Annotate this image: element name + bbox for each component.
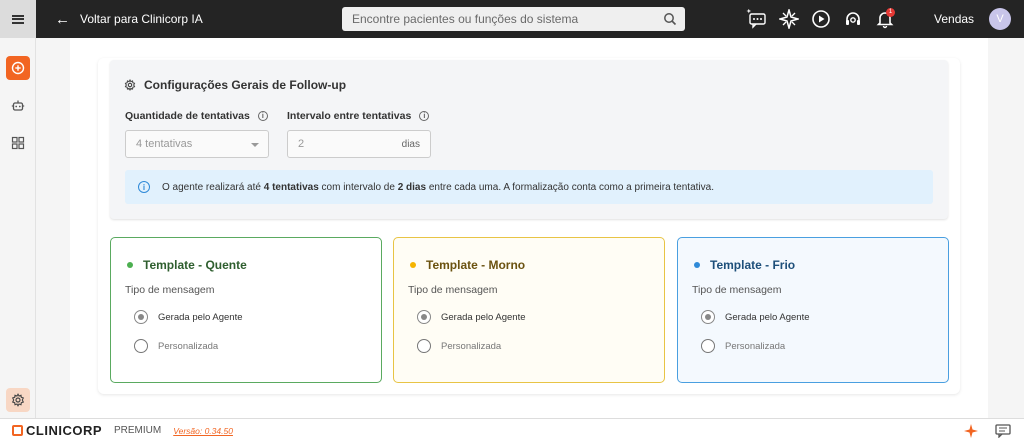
radio-label: Gerada pelo Agente xyxy=(158,311,243,323)
attempts-select-value: 4 tentativas xyxy=(136,138,193,150)
info-text: O agente realizará até 4 tentativas com … xyxy=(162,182,714,193)
sidebar-item-settings[interactable] xyxy=(6,388,30,412)
info-icon[interactable]: i xyxy=(419,111,430,121)
sidebar-item-dashboard[interactable] xyxy=(6,131,30,155)
radio-agent-generated[interactable]: Gerada pelo Agente xyxy=(134,310,243,324)
notification-bell-icon[interactable]: 1 xyxy=(874,8,896,30)
radio-circle[interactable] xyxy=(701,310,715,324)
general-config-section: Configurações Gerais de Follow-up Quanti… xyxy=(110,60,948,219)
interval-field[interactable]: 2 dias xyxy=(287,130,431,158)
message-type-label: Tipo de mensagem xyxy=(125,284,215,296)
interval-unit: dias xyxy=(401,139,420,150)
top-bar: ← Voltar para Clinicorp IA 1 Vendas V xyxy=(0,0,1024,38)
version-link[interactable]: Versão: 0.34.50 xyxy=(173,426,233,436)
user-name: Vendas xyxy=(934,12,975,26)
hamburger-icon xyxy=(12,14,24,24)
menu-button[interactable] xyxy=(0,0,36,38)
radio-label: Personalizada xyxy=(725,340,786,352)
info-banner: i O agente realizará até 4 tentativas co… xyxy=(125,170,933,204)
settings-gear-icon xyxy=(124,79,136,91)
brand-mark-icon xyxy=(12,425,23,436)
top-icons: 1 xyxy=(746,8,896,30)
brand-name: CLINICORP xyxy=(26,423,102,438)
back-label: Voltar para Clinicorp IA xyxy=(80,12,203,26)
info-attempts: 4 tentativas xyxy=(263,181,319,193)
message-type-label: Tipo de mensagem xyxy=(408,284,498,296)
template-title-text: Template - Morno xyxy=(426,258,526,272)
user-menu[interactable]: Vendas V xyxy=(934,0,1012,38)
template-card-quente: Template - Quente Tipo de mensagem Gerad… xyxy=(110,237,382,383)
sidebar-item-ai-agent[interactable] xyxy=(6,94,30,118)
radio-label: Personalizada xyxy=(441,340,502,352)
info-circle-icon: i xyxy=(138,181,150,193)
message-type-label: Tipo de mensagem xyxy=(692,284,782,296)
radio-agent-generated[interactable]: Gerada pelo Agente xyxy=(701,310,810,324)
info-text-mid: com intervalo de xyxy=(318,181,398,193)
gear-icon xyxy=(11,393,25,407)
radio-circle[interactable] xyxy=(417,339,431,353)
status-dot xyxy=(127,262,133,268)
template-title-text: Template - Frio xyxy=(710,258,796,272)
attempts-label-text: Quantidade de tentativas xyxy=(125,110,250,122)
template-card-frio: Template - Frio Tipo de mensagem Gerada … xyxy=(677,237,949,383)
back-link[interactable]: ← Voltar para Clinicorp IA xyxy=(55,0,203,38)
plus-circle-icon xyxy=(11,61,25,75)
interval-value: 2 xyxy=(298,138,305,150)
radio-label: Gerada pelo Agente xyxy=(441,311,526,323)
sidebar xyxy=(0,38,36,418)
info-icon[interactable]: i xyxy=(257,111,268,121)
info-days: 2 dias xyxy=(397,181,427,193)
robot-icon xyxy=(11,100,25,111)
radio-label: Personalizada xyxy=(158,340,219,352)
radio-custom[interactable]: Personalizada xyxy=(417,339,501,353)
notification-badge: 1 xyxy=(886,8,895,17)
search-icon[interactable] xyxy=(663,12,677,26)
footer: CLINICORP PREMIUM Versão: 0.34.50 xyxy=(0,418,1024,442)
template-title: Template - Frio xyxy=(694,258,795,272)
radio-circle[interactable] xyxy=(134,310,148,324)
radio-custom[interactable]: Personalizada xyxy=(134,339,218,353)
interval-label-text: Intervalo entre tentativas xyxy=(287,110,412,122)
plan-label: PREMIUM xyxy=(114,425,162,436)
attempts-label: Quantidade de tentativas i xyxy=(125,110,268,122)
play-circle-icon[interactable] xyxy=(810,8,832,30)
template-title: Template - Morno xyxy=(410,258,525,272)
sparkle-icon[interactable] xyxy=(962,423,980,439)
info-text-pre: O agente realizará até xyxy=(162,181,264,193)
sparkle-icon[interactable] xyxy=(778,8,800,30)
brand-logo: CLINICORP xyxy=(12,423,102,438)
radio-circle[interactable] xyxy=(417,310,431,324)
caret-down-icon xyxy=(251,143,259,147)
ai-chat-icon[interactable] xyxy=(746,8,768,30)
info-text-post: entre cada uma. A formalização conta com… xyxy=(426,181,714,193)
template-title: Template - Quente xyxy=(127,258,247,272)
chat-icon[interactable] xyxy=(995,424,1011,438)
support-headset-icon[interactable] xyxy=(842,8,864,30)
radio-circle[interactable] xyxy=(134,339,148,353)
radio-circle[interactable] xyxy=(701,339,715,353)
template-title-text: Template - Quente xyxy=(143,258,247,272)
add-button[interactable] xyxy=(6,56,30,80)
section-title: Configurações Gerais de Follow-up xyxy=(124,78,346,92)
avatar[interactable]: V xyxy=(989,8,1012,30)
search-input[interactable] xyxy=(352,12,652,26)
grid-icon xyxy=(11,136,25,150)
radio-custom[interactable]: Personalizada xyxy=(701,339,785,353)
template-card-morno: Template - Morno Tipo de mensagem Gerada… xyxy=(393,237,665,383)
status-dot xyxy=(410,262,416,268)
arrow-left-icon: ← xyxy=(55,10,70,28)
status-dot xyxy=(694,262,700,268)
radio-agent-generated[interactable]: Gerada pelo Agente xyxy=(417,310,526,324)
interval-label: Intervalo entre tentativas i xyxy=(287,110,430,122)
attempts-select[interactable]: 4 tentativas xyxy=(125,130,269,158)
radio-label: Gerada pelo Agente xyxy=(725,311,810,323)
config-title-text: Configurações Gerais de Follow-up xyxy=(144,78,347,92)
search-bar[interactable] xyxy=(342,7,685,31)
